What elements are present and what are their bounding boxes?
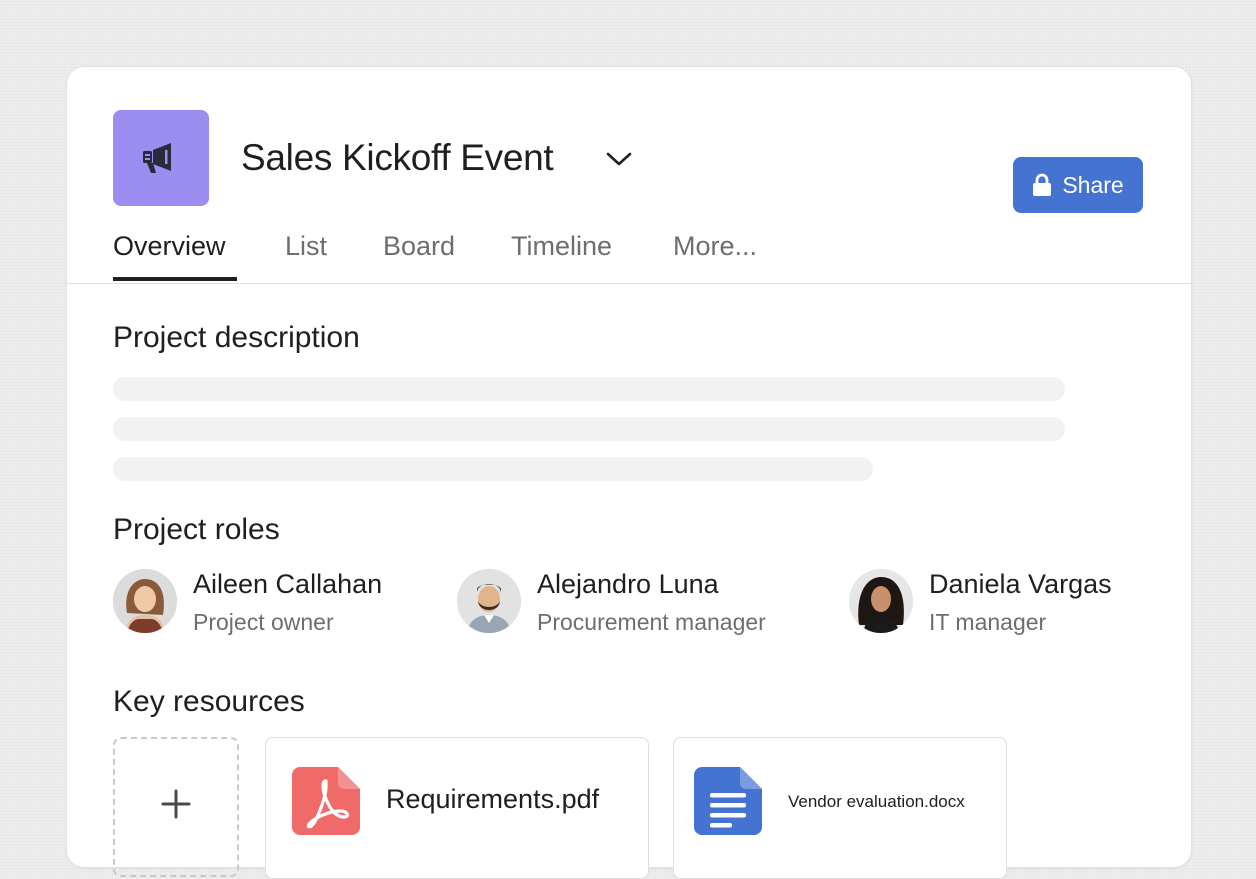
active-tab-indicator xyxy=(113,277,237,281)
tab-list[interactable]: List xyxy=(285,231,327,262)
role-title: Project owner xyxy=(193,609,334,635)
description-placeholder-line[interactable] xyxy=(113,457,873,481)
avatar xyxy=(113,569,177,633)
project-description-heading: Project description xyxy=(113,321,360,354)
share-button[interactable]: Share xyxy=(1013,157,1143,213)
resource-file-tile[interactable]: Requirements.pdf xyxy=(265,737,649,879)
project-roles-heading: Project roles xyxy=(113,513,280,546)
header-divider xyxy=(67,283,1191,284)
resource-file-name: Requirements.pdf xyxy=(386,784,600,814)
lock-icon xyxy=(1033,173,1052,196)
avatar xyxy=(457,569,521,633)
role-item[interactable]: Aileen Callahan Project owner xyxy=(113,569,413,635)
description-placeholder-line[interactable] xyxy=(113,377,1065,401)
pdf-icon xyxy=(292,767,360,835)
role-person-name: Alejandro Luna xyxy=(537,569,719,599)
tab-timeline[interactable]: Timeline xyxy=(511,231,612,262)
plus-icon xyxy=(161,789,191,819)
add-resource-button[interactable] xyxy=(113,737,239,877)
share-button-label: Share xyxy=(1062,171,1124,198)
role-person-name: Aileen Callahan xyxy=(193,569,383,599)
project-title[interactable]: Sales Kickoff Event xyxy=(241,137,554,179)
resource-file-name: Vendor evaluation.docx xyxy=(788,792,965,811)
project-icon xyxy=(113,110,209,206)
project-card: Sales Kickoff Event Share Overview List … xyxy=(66,66,1192,879)
description-placeholder-line[interactable] xyxy=(113,417,1065,441)
role-item[interactable]: Alejandro Luna Procurement manager xyxy=(457,569,807,635)
chevron-down-icon[interactable] xyxy=(605,147,633,171)
megaphone-icon xyxy=(143,143,171,173)
doc-icon xyxy=(694,767,762,835)
role-item[interactable]: Daniela Vargas IT manager xyxy=(849,569,1149,635)
key-resources-heading: Key resources xyxy=(113,685,305,718)
role-title: IT manager xyxy=(929,609,1047,635)
tab-more[interactable]: More... xyxy=(673,231,757,262)
role-title: Procurement manager xyxy=(537,609,766,635)
avatar xyxy=(849,569,913,633)
role-person-name: Daniela Vargas xyxy=(929,569,1112,599)
tab-board[interactable]: Board xyxy=(383,231,455,262)
tab-overview[interactable]: Overview xyxy=(113,231,226,262)
resource-file-tile[interactable]: Vendor evaluation.docx xyxy=(673,737,1007,879)
